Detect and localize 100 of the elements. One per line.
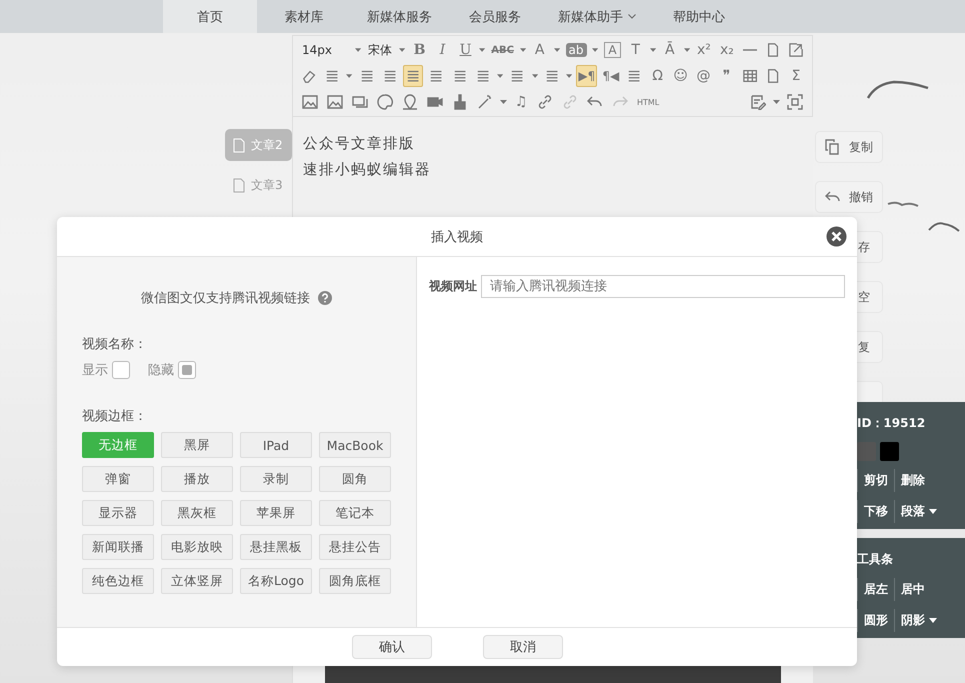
format-button[interactable]: ABC xyxy=(490,39,516,61)
color-swatch[interactable] xyxy=(880,442,899,461)
frame-option[interactable]: 名称Logo xyxy=(240,568,312,594)
frame-option[interactable]: 笔记本 xyxy=(319,500,391,526)
frame-option[interactable]: 悬挂公告 xyxy=(319,534,391,560)
pin-icon xyxy=(402,94,418,110)
caret-icon[interactable] xyxy=(554,48,560,52)
nav-tab[interactable]: 素材库 xyxy=(257,0,351,33)
frame-option[interactable]: 黑屏 xyxy=(161,432,233,458)
lines-icon xyxy=(510,68,525,84)
caret-icon xyxy=(929,509,937,514)
field-label: 视频名称： xyxy=(82,336,148,353)
lines-icon xyxy=(544,68,560,84)
color-swatch[interactable] xyxy=(857,442,876,461)
image-icon xyxy=(302,94,318,110)
format-button[interactable]: x² xyxy=(694,39,714,61)
image-icon xyxy=(327,94,343,110)
caret-icon[interactable] xyxy=(497,74,504,78)
nav-tab[interactable]: 首页 xyxy=(163,0,257,33)
nav-tab[interactable]: 会员服务 xyxy=(448,0,542,33)
action-button[interactable]: 撤销 xyxy=(815,181,883,213)
url-field[interactable]: 请输入腾讯视频连接 xyxy=(481,275,845,298)
lines-icon xyxy=(325,68,340,84)
format-button[interactable]: Ā xyxy=(660,39,680,61)
frame-option[interactable]: 圆角底框 xyxy=(319,568,391,594)
panel-button[interactable]: 居中 xyxy=(894,578,931,601)
frame-option[interactable]: 纯色边框 xyxy=(82,568,154,594)
caret-icon[interactable] xyxy=(500,100,507,104)
format-button[interactable]: A xyxy=(530,39,550,61)
dialog-button[interactable]: 确认 xyxy=(352,635,432,659)
toolbar-button[interactable] xyxy=(403,65,424,87)
frame-option[interactable]: IPad xyxy=(240,432,312,458)
nav-tab[interactable]: 帮助中心 xyxy=(652,0,746,33)
lines-icon xyxy=(406,68,420,84)
format-button[interactable]: @ xyxy=(694,65,714,87)
checkbox[interactable] xyxy=(112,361,130,379)
frame-option[interactable]: 新闻联播 xyxy=(82,534,154,560)
frame-option[interactable]: 悬挂黑板 xyxy=(240,534,312,560)
format-button[interactable]: A xyxy=(602,39,623,61)
panel-button[interactable]: 阴影 xyxy=(894,609,943,632)
caret-icon[interactable] xyxy=(773,100,780,104)
format-button[interactable]: I xyxy=(432,39,452,61)
format-button[interactable]: ❞ xyxy=(716,65,737,87)
document-icon xyxy=(233,178,245,192)
wand-icon xyxy=(477,94,493,110)
caret-icon[interactable] xyxy=(346,74,353,78)
edit-icon xyxy=(750,94,766,110)
caret-icon[interactable] xyxy=(684,48,690,52)
format-button[interactable]: Σ xyxy=(786,65,806,87)
frame-option[interactable]: 圆角 xyxy=(319,466,391,492)
frame-option[interactable]: 录制 xyxy=(240,466,312,492)
font-select[interactable]: 14px xyxy=(299,39,351,61)
frame-option[interactable]: 弹窗 xyxy=(82,466,154,492)
format-button[interactable]: x₂ xyxy=(716,39,737,61)
eraser-icon xyxy=(302,68,316,84)
format-button[interactable]: B xyxy=(409,39,430,61)
panel-button[interactable]: 段落 xyxy=(894,500,943,523)
frame-option[interactable]: 黑灰框 xyxy=(161,500,233,526)
frame-option[interactable]: MacBook xyxy=(319,432,391,458)
nav-tab[interactable]: 新媒体助手 xyxy=(542,0,652,33)
format-button[interactable]: ¶◀ xyxy=(600,65,622,87)
document-icon xyxy=(233,138,245,152)
link-icon xyxy=(562,94,578,110)
nav-tab[interactable]: 新媒体服务 xyxy=(351,0,448,33)
format-button[interactable]: ♫ xyxy=(511,91,531,113)
help-icon[interactable] xyxy=(318,291,332,305)
caret-icon[interactable] xyxy=(354,48,361,52)
format-button[interactable]: T xyxy=(626,39,646,61)
format-button[interactable]: Ω xyxy=(648,65,668,87)
lines-icon xyxy=(360,68,374,84)
format-button[interactable]: U xyxy=(455,39,476,61)
frame-option[interactable]: 显示器 xyxy=(82,500,154,526)
close-icon[interactable] xyxy=(826,226,847,247)
caret-icon[interactable] xyxy=(479,48,486,52)
format-button[interactable]: ☺ xyxy=(670,65,691,87)
copy-icon xyxy=(825,139,841,155)
field-label: 视频网址 xyxy=(429,278,477,295)
caret-icon[interactable] xyxy=(399,48,406,52)
frame-option[interactable]: 立体竖屏 xyxy=(161,568,233,594)
frame-option[interactable]: 播放 xyxy=(161,466,233,492)
bird-icon xyxy=(928,220,960,232)
caret-icon[interactable] xyxy=(592,48,598,52)
caret-icon[interactable] xyxy=(520,48,526,52)
dialog-button[interactable]: 取消 xyxy=(483,635,563,659)
checkbox[interactable] xyxy=(178,361,196,379)
notice-text: 微信图文仅支持腾讯视频链接 xyxy=(141,290,310,307)
lines-icon xyxy=(476,68,490,84)
caret-icon[interactable] xyxy=(566,74,572,78)
panel-button[interactable]: 删除 xyxy=(894,469,931,492)
frame-option[interactable]: 苹果屏 xyxy=(240,500,312,526)
action-button[interactable]: 复制 xyxy=(815,131,883,163)
font-select[interactable]: 宋体 xyxy=(364,39,396,61)
lines-icon xyxy=(382,68,398,84)
option-label: 隐藏 xyxy=(148,362,174,379)
frame-option[interactable]: 电影放映 xyxy=(161,534,233,560)
lines-icon xyxy=(452,68,467,84)
format-button[interactable]: HTML xyxy=(634,91,662,113)
caret-icon[interactable] xyxy=(650,48,656,52)
caret-icon[interactable] xyxy=(532,74,538,78)
format-button[interactable]: ▶¶ xyxy=(576,65,598,87)
